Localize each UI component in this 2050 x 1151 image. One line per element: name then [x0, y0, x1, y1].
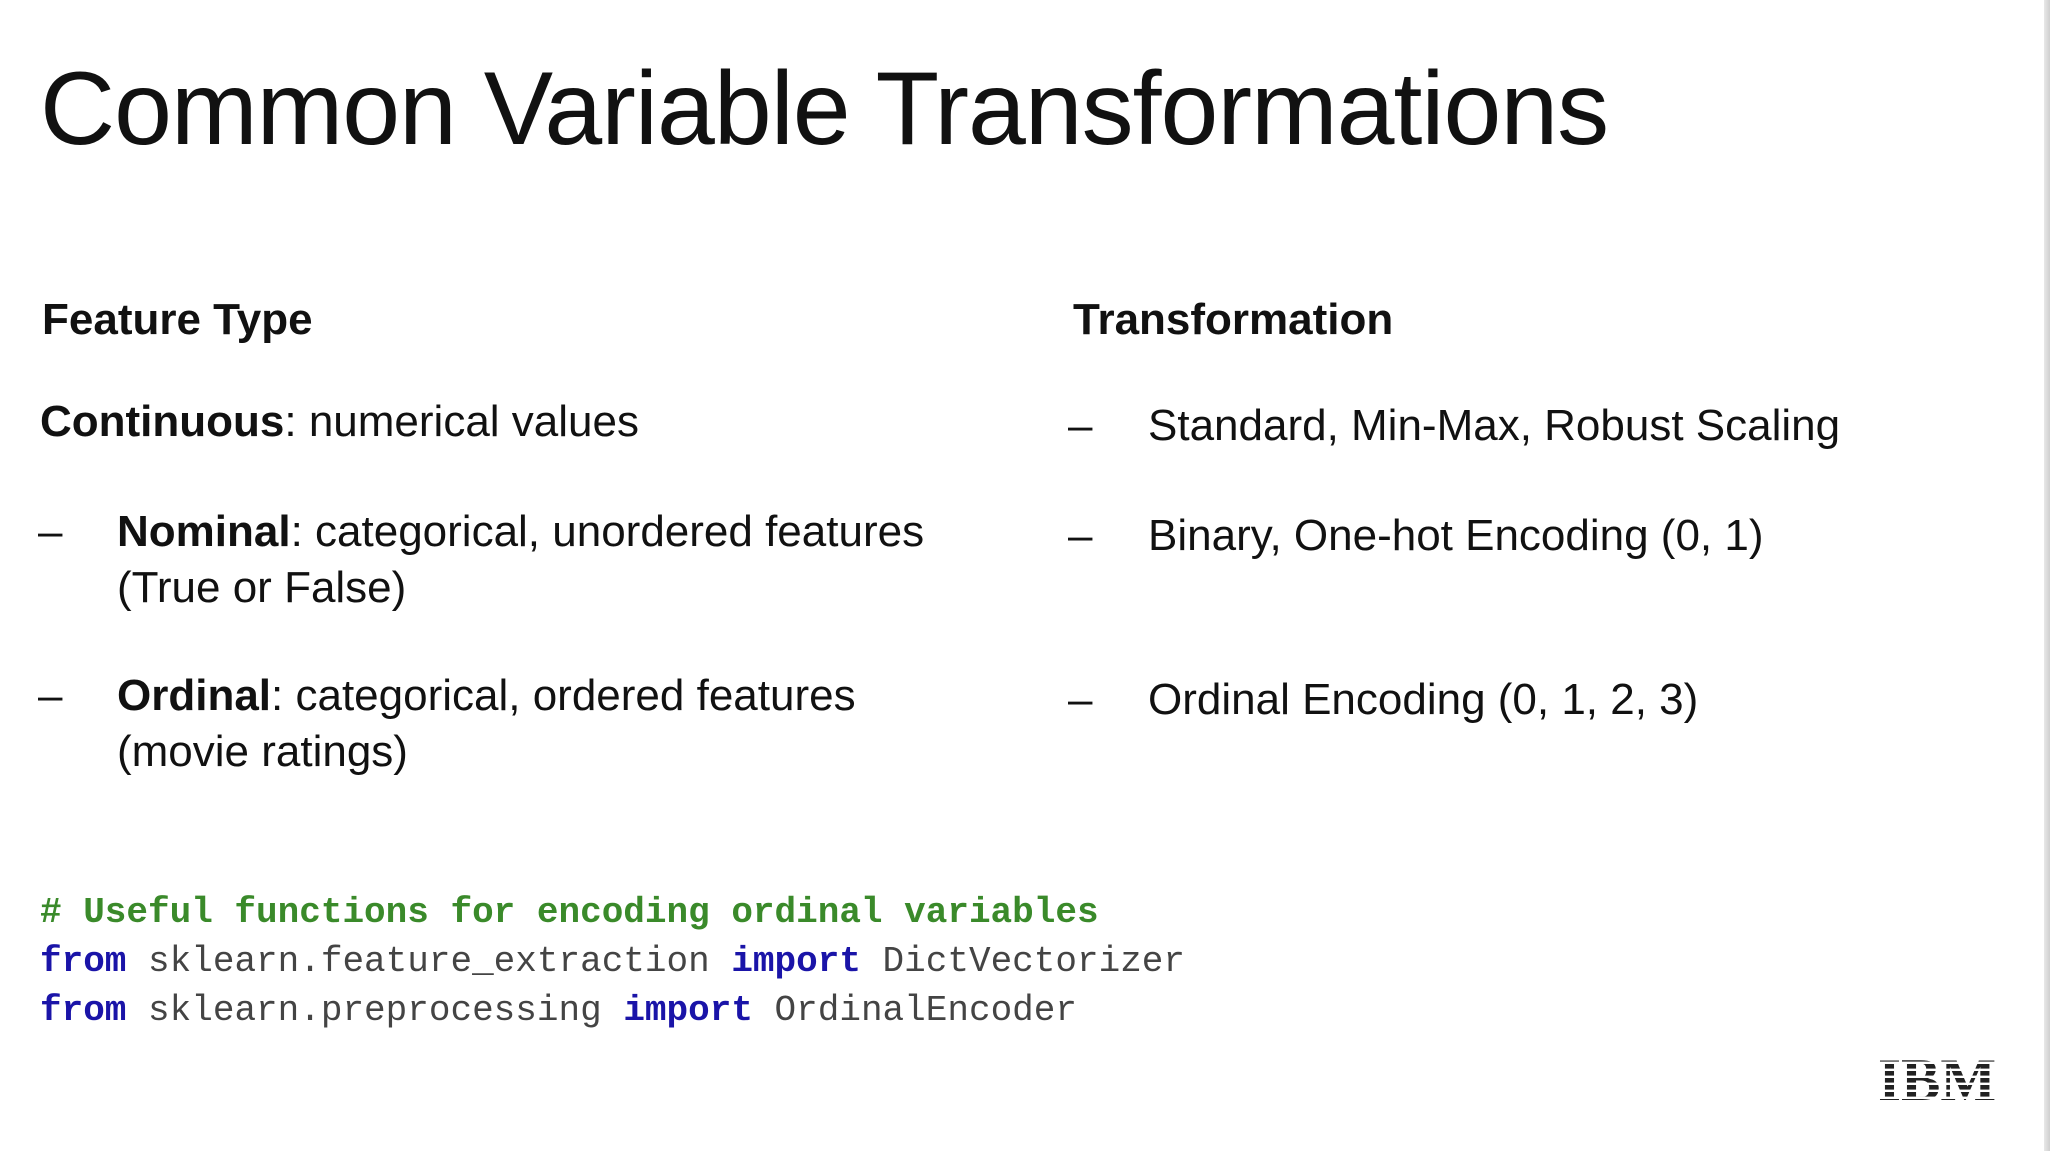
- code-keyword-import: import: [731, 941, 861, 982]
- transform-dash: –: [1068, 511, 1093, 560]
- slide-title: Common Variable Transformations: [40, 51, 1609, 167]
- slide: Common Variable Transformations Feature …: [0, 0, 2050, 1151]
- feature-ordinal-desc: : categorical, ordered features: [271, 671, 856, 720]
- code-block: # Useful functions for encoding ordinal …: [40, 888, 1185, 1035]
- code-comment: # Useful functions for encoding ordinal …: [40, 892, 1099, 933]
- feature-continuous-name: Continuous: [40, 397, 285, 446]
- feature-dash: –: [38, 507, 63, 556]
- code-keyword-from: from: [40, 941, 127, 982]
- transform-dash: –: [1068, 675, 1093, 724]
- code-class-name: OrdinalEncoder: [752, 990, 1077, 1031]
- code-keyword-import: import: [623, 990, 753, 1031]
- slide-edge: [2044, 0, 2050, 1151]
- code-module: sklearn.preprocessing: [126, 990, 624, 1031]
- transform-continuous: Standard, Min-Max, Robust Scaling: [1148, 401, 1841, 450]
- feature-nominal: Nominal: categorical, unordered features: [117, 504, 924, 560]
- feature-continuous-desc: : numerical values: [284, 397, 639, 446]
- transform-ordinal: Ordinal Encoding (0, 1, 2, 3): [1148, 675, 1699, 724]
- svg-text:IBM: IBM: [1878, 1050, 1996, 1106]
- feature-dash: –: [38, 671, 63, 720]
- feature-ordinal-example: (movie ratings): [117, 727, 408, 776]
- transformation-header: Transformation: [1073, 295, 1394, 344]
- transform-dash: –: [1068, 401, 1093, 450]
- feature-continuous: Continuous: numerical values: [40, 394, 639, 450]
- feature-type-header: Feature Type: [42, 295, 313, 344]
- transform-nominal: Binary, One-hot Encoding (0, 1): [1148, 511, 1764, 560]
- code-module: sklearn.feature_extraction: [126, 941, 732, 982]
- feature-ordinal: Ordinal: categorical, ordered features: [117, 668, 856, 724]
- ibm-logo: IBM: [1878, 1050, 1996, 1106]
- code-keyword-from: from: [40, 990, 127, 1031]
- code-class-name: DictVectorizer: [860, 941, 1186, 982]
- feature-nominal-desc: : categorical, unordered features: [290, 507, 925, 556]
- feature-nominal-name: Nominal: [117, 507, 291, 556]
- feature-ordinal-name: Ordinal: [117, 671, 272, 720]
- feature-nominal-example: (True or False): [117, 563, 407, 612]
